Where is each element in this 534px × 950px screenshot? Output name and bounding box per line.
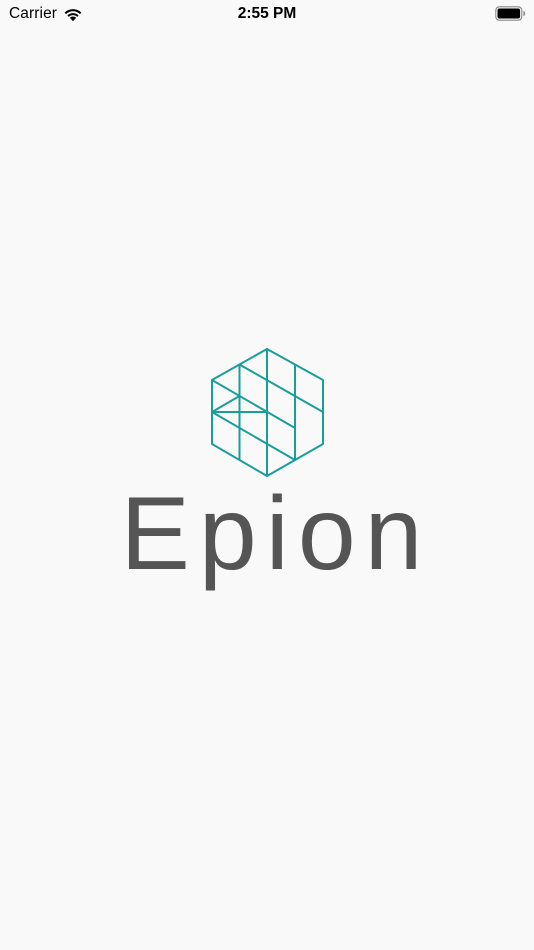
battery-full-icon [495,6,526,21]
splash-screen: Carrier 2:55 PM Epion [0,0,534,950]
brand-wordmark: Epion [120,476,432,592]
status-time: 2:55 PM [237,5,297,22]
hexagon-grid-logo-icon [211,348,324,477]
status-bar: Carrier 2:55 PM [0,0,534,28]
